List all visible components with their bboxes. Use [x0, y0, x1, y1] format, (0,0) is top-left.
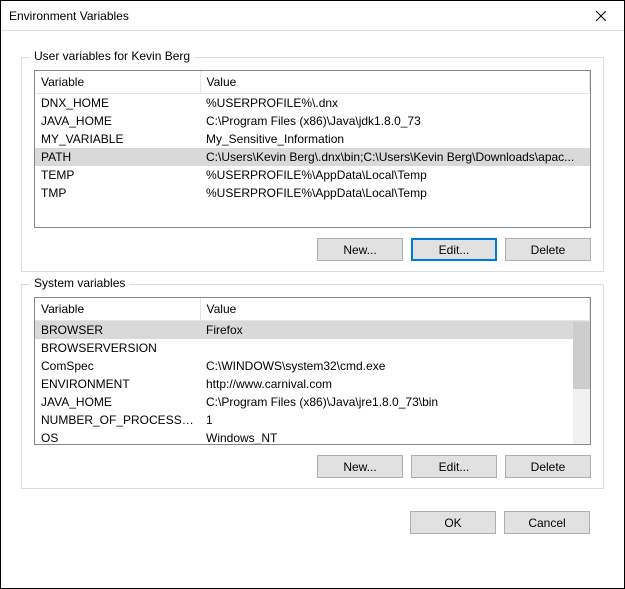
user-variable-row[interactable]: DNX_HOME%USERPROFILE%\.dnx: [35, 94, 590, 113]
system-new-button[interactable]: New...: [317, 455, 403, 478]
close-button[interactable]: [578, 1, 624, 31]
user-variable-row-name: MY_VARIABLE: [35, 130, 200, 148]
dialog-footer: OK Cancel: [21, 511, 604, 534]
system-delete-button[interactable]: Delete: [505, 455, 591, 478]
close-icon: [596, 11, 606, 21]
user-variable-row[interactable]: MY_VARIABLEMy_Sensitive_Information: [35, 130, 590, 148]
system-variable-row-name: OS: [35, 429, 200, 445]
titlebar: Environment Variables: [1, 1, 624, 31]
user-variable-row[interactable]: JAVA_HOMEC:\Program Files (x86)\Java\jdk…: [35, 112, 590, 130]
system-variable-row-name: BROWSERVERSION: [35, 339, 200, 357]
system-variable-row[interactable]: ComSpecC:\WINDOWS\system32\cmd.exe: [35, 357, 590, 375]
user-variable-row-value: C:\Program Files (x86)\Java\jdk1.8.0_73: [200, 112, 590, 130]
system-variables-label: System variables: [30, 276, 129, 290]
user-col-header-variable[interactable]: Variable: [35, 71, 200, 94]
user-variable-row-name: JAVA_HOME: [35, 112, 200, 130]
system-variable-row-name: JAVA_HOME: [35, 393, 200, 411]
user-variables-group: User variables for Kevin Berg Variable V…: [21, 57, 604, 272]
system-variables-table[interactable]: Variable Value BROWSERFirefoxBROWSERVERS…: [35, 298, 590, 445]
system-variable-row-value: Windows_NT: [200, 429, 590, 445]
system-col-header-value[interactable]: Value: [200, 298, 590, 321]
system-variable-row[interactable]: OSWindows_NT: [35, 429, 590, 445]
system-edit-button[interactable]: Edit...: [411, 455, 497, 478]
ok-button[interactable]: OK: [410, 511, 496, 534]
user-edit-button[interactable]: Edit...: [411, 238, 497, 261]
system-variables-table-wrap: Variable Value BROWSERFirefoxBROWSERVERS…: [34, 297, 591, 445]
user-variable-row-value: %USERPROFILE%\AppData\Local\Temp: [200, 166, 590, 184]
system-variable-row[interactable]: BROWSERVERSION: [35, 339, 590, 357]
system-variable-row-name: ComSpec: [35, 357, 200, 375]
system-variable-row-value: http://www.carnival.com: [200, 375, 590, 393]
window-title: Environment Variables: [9, 9, 129, 23]
system-variables-group: System variables Variable Value BROWSERF…: [21, 284, 604, 489]
system-variable-row-name: NUMBER_OF_PROCESSORS: [35, 411, 200, 429]
user-variable-row-value: %USERPROFILE%\.dnx: [200, 94, 590, 113]
system-variable-row[interactable]: BROWSERFirefox: [35, 321, 590, 340]
system-variable-row[interactable]: JAVA_HOMEC:\Program Files (x86)\Java\jre…: [35, 393, 590, 411]
system-variable-row[interactable]: ENVIRONMENThttp://www.carnival.com: [35, 375, 590, 393]
user-variable-row-name: DNX_HOME: [35, 94, 200, 113]
system-variable-row[interactable]: NUMBER_OF_PROCESSORS1: [35, 411, 590, 429]
system-variable-row-value: Firefox: [200, 321, 590, 340]
user-variables-table[interactable]: Variable Value DNX_HOME%USERPROFILE%\.dn…: [35, 71, 590, 202]
user-col-header-value[interactable]: Value: [200, 71, 590, 94]
user-variable-row-name: TMP: [35, 184, 200, 202]
dialog-content: User variables for Kevin Berg Variable V…: [1, 31, 624, 544]
system-variable-row-value: C:\WINDOWS\system32\cmd.exe: [200, 357, 590, 375]
user-variable-row-name: TEMP: [35, 166, 200, 184]
user-button-row: New... Edit... Delete: [34, 238, 591, 261]
user-variable-row-value: My_Sensitive_Information: [200, 130, 590, 148]
user-variable-row-value: %USERPROFILE%\AppData\Local\Temp: [200, 184, 590, 202]
user-variables-label: User variables for Kevin Berg: [30, 49, 194, 63]
system-scrollbar[interactable]: [573, 322, 590, 444]
user-variable-row-name: PATH: [35, 148, 200, 166]
system-variable-row-value: C:\Program Files (x86)\Java\jre1.8.0_73\…: [200, 393, 590, 411]
cancel-button[interactable]: Cancel: [504, 511, 590, 534]
user-variable-row[interactable]: TEMP%USERPROFILE%\AppData\Local\Temp: [35, 166, 590, 184]
user-variable-row[interactable]: PATHC:\Users\Kevin Berg\.dnx\bin;C:\User…: [35, 148, 590, 166]
user-delete-button[interactable]: Delete: [505, 238, 591, 261]
system-variable-row-value: [200, 339, 590, 357]
user-variables-table-wrap: Variable Value DNX_HOME%USERPROFILE%\.dn…: [34, 70, 591, 228]
user-new-button[interactable]: New...: [317, 238, 403, 261]
system-variable-row-value: 1: [200, 411, 590, 429]
system-variable-row-name: BROWSER: [35, 321, 200, 340]
system-scrollbar-thumb[interactable]: [573, 322, 590, 389]
system-button-row: New... Edit... Delete: [34, 455, 591, 478]
system-variable-row-name: ENVIRONMENT: [35, 375, 200, 393]
user-variable-row[interactable]: TMP%USERPROFILE%\AppData\Local\Temp: [35, 184, 590, 202]
user-variable-row-value: C:\Users\Kevin Berg\.dnx\bin;C:\Users\Ke…: [200, 148, 590, 166]
system-col-header-variable[interactable]: Variable: [35, 298, 200, 321]
